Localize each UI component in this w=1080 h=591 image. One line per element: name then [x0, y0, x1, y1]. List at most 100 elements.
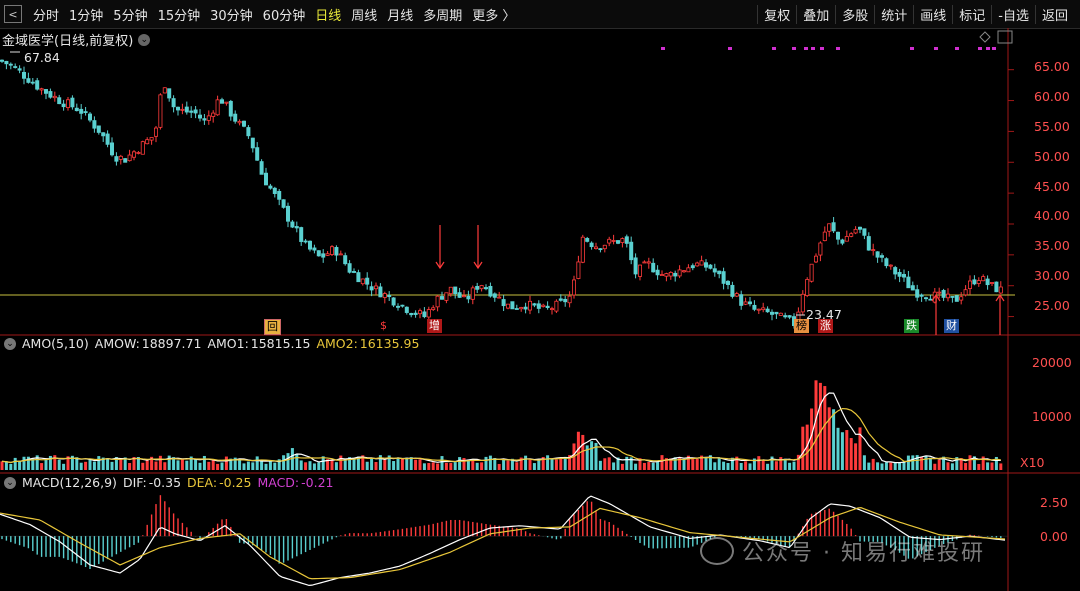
- tab-timeframe[interactable]: 1分钟: [64, 5, 108, 24]
- tool-button[interactable]: 多股: [835, 4, 874, 24]
- volume-bar: [946, 462, 950, 470]
- candle-body: [981, 276, 986, 282]
- chevron-down-icon[interactable]: ⌄: [4, 476, 16, 489]
- tab-timeframe[interactable]: 分时: [28, 5, 64, 24]
- volume-bar: [713, 462, 717, 470]
- volume-bar: [550, 458, 554, 470]
- candle-body: [616, 240, 621, 244]
- candle-body: [985, 278, 990, 286]
- event-marker-cai[interactable]: 财: [944, 319, 959, 333]
- candle-body: [858, 226, 863, 230]
- tab-timeframe[interactable]: 周线: [346, 5, 382, 24]
- volume-bar: [862, 455, 866, 470]
- candle-body: [400, 304, 405, 307]
- amo2-label: AMO2:: [316, 336, 358, 351]
- volume-bar: [744, 461, 748, 470]
- macd-tick: 0.00: [1040, 529, 1068, 544]
- volume-bar: [202, 455, 206, 470]
- event-marker-dollar[interactable]: $: [378, 319, 389, 333]
- volume-bar: [832, 409, 836, 470]
- volume-bar: [462, 458, 466, 470]
- candle-body: [633, 257, 638, 275]
- event-marker-zeng[interactable]: 增: [427, 319, 442, 333]
- candle-body: [704, 262, 709, 268]
- macd-tick: 2.50: [1040, 495, 1068, 510]
- volume-bar: [458, 457, 462, 470]
- volume-bar: [194, 459, 198, 470]
- candle-body: [479, 285, 484, 290]
- tab-timeframe[interactable]: 多周期: [418, 5, 467, 24]
- candle-body: [96, 125, 101, 133]
- tab-more[interactable]: 更多 〉: [467, 5, 520, 24]
- candle-body: [787, 315, 792, 318]
- volume-bar: [273, 462, 277, 470]
- remove-watchlist-button[interactable]: -自选: [991, 4, 1035, 24]
- tab-timeframe[interactable]: 月线: [382, 5, 418, 24]
- candle-body: [413, 312, 418, 315]
- volume-bar: [4, 462, 8, 470]
- candle-body: [871, 249, 876, 252]
- candle-body: [976, 280, 981, 284]
- tab-timeframe[interactable]: 5分钟: [108, 5, 152, 24]
- event-marker-bang[interactable]: 榜: [794, 319, 809, 333]
- back-button[interactable]: 返回: [1034, 4, 1074, 24]
- price-tick: 30.00: [1034, 268, 1070, 283]
- event-marker-zhang[interactable]: 涨: [818, 319, 833, 333]
- tool-button[interactable]: 复权: [757, 4, 796, 24]
- volume-bar: [642, 462, 646, 470]
- candle-body: [4, 60, 9, 65]
- volume-bar: [898, 462, 902, 470]
- tool-button[interactable]: 画线: [913, 4, 952, 24]
- high-price-label: 67.84: [24, 50, 60, 65]
- tab-daily[interactable]: 日线: [310, 5, 346, 24]
- candle-body: [972, 279, 977, 285]
- tab-timeframe[interactable]: 30分钟: [205, 5, 258, 24]
- volume-bar: [546, 455, 550, 470]
- volume-bar: [282, 455, 286, 470]
- event-marker-hui[interactable]: 回: [264, 319, 281, 335]
- volume-bar: [220, 462, 224, 470]
- candle-body: [778, 312, 783, 316]
- price-tick: 25.00: [1034, 298, 1070, 313]
- volume-bar: [286, 453, 290, 470]
- candle-body: [651, 262, 656, 273]
- tool-button[interactable]: 标记: [952, 4, 991, 24]
- candle-body: [114, 156, 119, 162]
- tab-timeframe[interactable]: 60分钟: [258, 5, 311, 24]
- volume-bar: [339, 455, 343, 470]
- volume-bar: [110, 461, 114, 470]
- volume-bar: [532, 463, 536, 470]
- tab-timeframe[interactable]: 15分钟: [153, 5, 206, 24]
- event-dot: [978, 47, 982, 50]
- volume-bar: [57, 459, 61, 470]
- chevron-left-icon[interactable]: <: [4, 5, 22, 23]
- watermark: 公众号 · 知易行难投研: [700, 535, 985, 567]
- candle-body: [708, 264, 713, 269]
- volume-bar: [92, 461, 96, 470]
- chevron-down-icon[interactable]: ⌄: [4, 337, 16, 350]
- candle-body: [88, 113, 93, 121]
- volume-bar: [990, 462, 994, 470]
- volume-bar: [537, 459, 541, 470]
- volume-bar: [449, 463, 453, 470]
- volume-bar: [31, 458, 35, 470]
- candle-body: [514, 308, 519, 310]
- volume-bar: [414, 459, 418, 470]
- volume-bar: [268, 460, 272, 470]
- candle-body: [0, 59, 4, 62]
- volume-bar: [559, 457, 563, 470]
- candle-body: [246, 127, 251, 137]
- candle-body: [79, 108, 84, 114]
- volume-bar: [607, 457, 611, 470]
- event-marker-die[interactable]: 跌: [904, 319, 919, 333]
- volume-bar: [977, 463, 981, 470]
- volume-bar: [506, 460, 510, 470]
- volume-bar: [757, 456, 761, 470]
- event-dot: [792, 47, 796, 50]
- volume-bar: [792, 461, 796, 470]
- tool-button[interactable]: 叠加: [796, 4, 835, 24]
- tool-button[interactable]: 统计: [874, 4, 913, 24]
- event-dot: [986, 47, 990, 50]
- amo-header: ⌄ AMO(5,10) AMOW: 18897.71 AMO1: 15815.1…: [4, 336, 419, 351]
- candle-body: [624, 236, 629, 244]
